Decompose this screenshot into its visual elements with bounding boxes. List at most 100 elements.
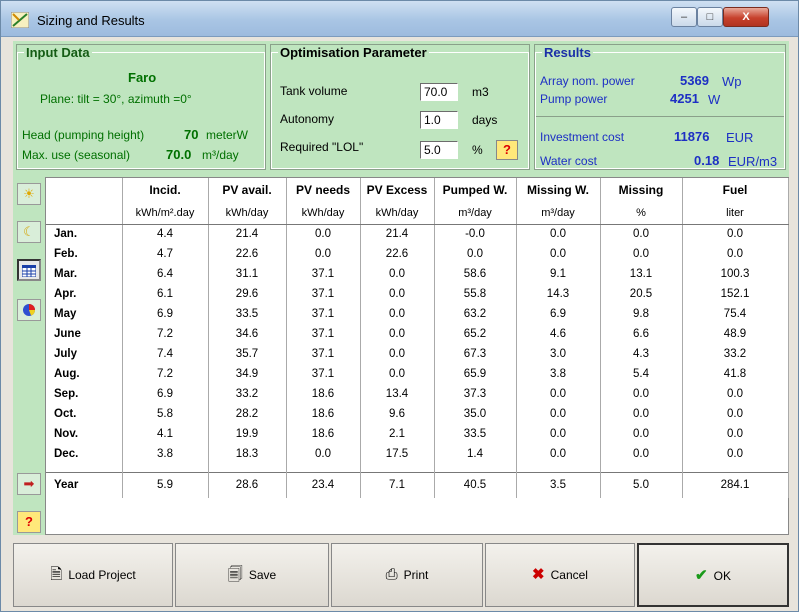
export-icon[interactable]: ➡ (17, 473, 41, 495)
header-missing-pct: Missing (600, 178, 683, 202)
pump-power-unit: W (708, 92, 721, 107)
chart-icon[interactable] (17, 299, 41, 321)
print-button[interactable]: ⎙ Print (331, 543, 483, 607)
cell-pv-needs: 37.1 (286, 284, 361, 304)
cell-missing-w: 0.0 (516, 244, 601, 264)
site-name: Faro (128, 70, 157, 85)
cell-missing-pct: 13.1 (600, 264, 683, 284)
cell-pumped: 65.9 (434, 364, 517, 384)
autonomy-unit: days (472, 113, 498, 127)
cell-month: Sep. (46, 384, 123, 404)
table-row: Oct. 5.8 28.2 18.6 9.6 35.0 0.0 0.0 0.0 (46, 404, 789, 424)
year-pv-excess: 7.1 (360, 471, 435, 498)
cell-fuel: 0.0 (682, 384, 789, 404)
cell-pv-avail: 33.5 (208, 304, 287, 324)
separator-cell (122, 464, 209, 472)
close-button[interactable]: X (723, 7, 769, 27)
cell-pv-avail: 33.2 (208, 384, 287, 404)
load-project-label: Load Project (68, 568, 136, 582)
separator-cell (600, 464, 683, 472)
cell-incid: 3.8 (122, 444, 209, 464)
tank-volume-input[interactable]: 70.0 (420, 83, 458, 101)
load-icon: 🗎 (50, 566, 63, 583)
year-missing-pct: 5.0 (600, 471, 683, 498)
cell-fuel: 75.4 (682, 304, 789, 324)
action-bar: 🗎 Load Project 🗐 Save ⎙ Print ✖ Cancel ✔ OK (13, 543, 789, 607)
separator-cell (682, 464, 789, 472)
separator-cell (516, 464, 601, 472)
cell-missing-pct: 6.6 (600, 324, 683, 344)
cell-pv-avail: 35.7 (208, 344, 287, 364)
input-data-legend: Input Data (26, 45, 90, 60)
separator-cell (360, 464, 435, 472)
cell-pv-avail: 34.6 (208, 324, 287, 344)
cancel-label: Cancel (550, 568, 588, 582)
cell-missing-pct: 0.0 (600, 444, 683, 464)
cell-pumped: 65.2 (434, 324, 517, 344)
maximize-button[interactable]: □ (697, 7, 723, 27)
window-title: Sizing and Results (37, 13, 145, 28)
cell-fuel: 33.2 (682, 344, 789, 364)
lol-help-button[interactable]: ? (496, 140, 518, 160)
cell-month: Dec. (46, 444, 123, 464)
cell-pv-needs: 37.1 (286, 324, 361, 344)
cell-fuel: 0.0 (682, 244, 789, 264)
cell-pv-needs: 37.1 (286, 264, 361, 284)
year-month: Year (46, 471, 123, 498)
cell-pv-excess: 0.0 (360, 304, 435, 324)
cell-incid: 7.2 (122, 364, 209, 384)
save-label: Save (248, 568, 277, 582)
moon-icon[interactable]: ☾ (17, 221, 41, 243)
cell-month: Mar. (46, 264, 123, 284)
cell-pumped: 1.4 (434, 444, 517, 464)
cell-pumped: 33.5 (434, 424, 517, 444)
unit-pv-needs: kWh/day (286, 202, 361, 225)
ok-button[interactable]: ✔ OK (637, 543, 789, 607)
cell-incid: 4.4 (122, 224, 209, 244)
unit-missing-w: m³/day (516, 202, 601, 225)
cell-pv-excess: 2.1 (360, 424, 435, 444)
cell-pv-needs: 18.6 (286, 424, 361, 444)
cell-pv-excess: 17.5 (360, 444, 435, 464)
head-unit: meterW (206, 128, 248, 142)
year-pv-needs: 23.4 (286, 471, 361, 498)
cell-missing-w: 0.0 (516, 404, 601, 424)
save-button[interactable]: 🗐 Save (175, 543, 329, 607)
results-legend: Results (544, 45, 591, 60)
cell-pumped: 0.0 (434, 244, 517, 264)
cell-fuel: 100.3 (682, 264, 789, 284)
lol-input[interactable]: 5.0 (420, 141, 458, 159)
help-button[interactable]: ? (17, 511, 41, 533)
cell-pv-needs: 18.6 (286, 384, 361, 404)
plane-orientation: Plane: tilt = 30°, azimuth =0° (40, 92, 192, 106)
cell-pumped: -0.0 (434, 224, 517, 244)
ok-label: OK (713, 569, 731, 583)
table-row: Sep. 6.9 33.2 18.6 13.4 37.3 0.0 0.0 0.0 (46, 384, 789, 404)
sun-icon[interactable]: ☀ (17, 183, 41, 205)
optimisation-group: Optimisation Parameter Tank volume 70.0 … (270, 44, 530, 170)
investment-cost-unit: EUR (726, 130, 754, 145)
table-icon[interactable] (17, 259, 41, 281)
array-power-label: Array nom. power (540, 74, 635, 88)
table-row: June 7.2 34.6 37.1 0.0 65.2 4.6 6.6 48.9 (46, 324, 789, 344)
max-use-unit: m³/day (202, 148, 239, 162)
max-use-value: 70.0 (166, 147, 192, 162)
monthly-rows: Jan. 4.4 21.4 0.0 21.4 -0.0 0.0 0.0 0.0 Feb. 4.7 22… (46, 224, 789, 498)
cell-pv-excess: 9.6 (360, 404, 435, 424)
cell-missing-pct: 5.4 (600, 364, 683, 384)
cell-pv-needs: 37.1 (286, 304, 361, 324)
autonomy-input[interactable]: 1.0 (420, 111, 458, 129)
header-fuel: Fuel (682, 178, 789, 202)
cancel-button[interactable]: ✖ Cancel (485, 543, 635, 607)
cell-incid: 6.9 (122, 384, 209, 404)
array-power-unit: Wp (722, 74, 742, 89)
cell-pv-avail: 28.2 (208, 404, 287, 424)
cell-fuel: 0.0 (682, 444, 789, 464)
cell-missing-pct: 0.0 (600, 384, 683, 404)
cell-pv-excess: 13.4 (360, 384, 435, 404)
units-row: kWh/m².day kWh/day kWh/day kWh/day m³/da… (46, 202, 789, 225)
load-project-button[interactable]: 🗎 Load Project (13, 543, 173, 607)
cell-missing-w: 0.0 (516, 384, 601, 404)
minimize-button[interactable]: – (671, 7, 697, 27)
table-row: May 6.9 33.5 37.1 0.0 63.2 6.9 9.8 75.4 (46, 304, 789, 324)
